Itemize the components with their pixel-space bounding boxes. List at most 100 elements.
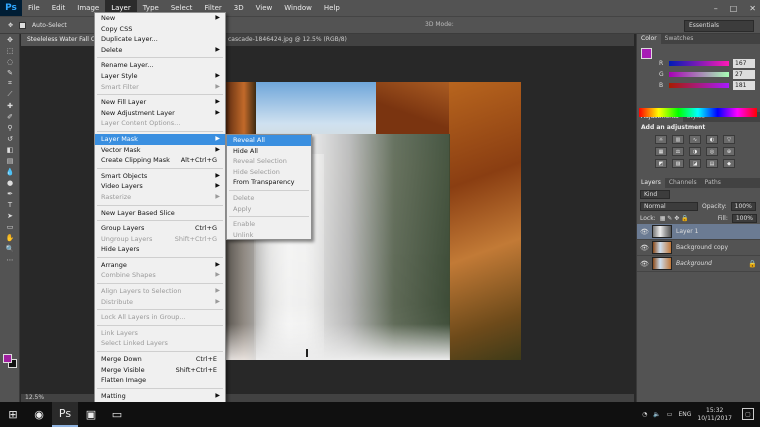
- photoshop-taskbar-icon[interactable]: Ps: [52, 402, 78, 427]
- layer-name[interactable]: Background: [676, 260, 712, 267]
- menu-item-new-fill-layer[interactable]: New Fill Layer ▶: [95, 97, 225, 108]
- g-slider[interactable]: [669, 72, 729, 77]
- color-balance-icon[interactable]: ⚖: [672, 147, 684, 156]
- kind-filter-select[interactable]: Kind: [640, 189, 670, 199]
- menu-item-layer-mask[interactable]: Layer Mask ▶: [95, 133, 225, 145]
- threshold-icon[interactable]: ◪: [689, 159, 701, 168]
- b-slider[interactable]: [669, 83, 729, 88]
- notification-icon[interactable]: ▢: [742, 408, 754, 420]
- stamp-icon[interactable]: ⚲: [0, 122, 20, 133]
- layer-name[interactable]: Background copy: [676, 244, 728, 251]
- r-slider[interactable]: [669, 61, 729, 66]
- lasso-icon[interactable]: ◌: [0, 56, 20, 67]
- volume-icon[interactable]: 🔈: [653, 411, 660, 418]
- tab-layers[interactable]: Layers: [637, 178, 665, 188]
- gradient-icon[interactable]: ▤: [0, 155, 20, 166]
- menu-view[interactable]: View: [250, 0, 279, 16]
- selective-color-icon[interactable]: ◆: [723, 159, 735, 168]
- eyedropper-icon[interactable]: ⟋: [0, 89, 20, 100]
- eye-icon[interactable]: 👁: [640, 260, 649, 268]
- app-icon[interactable]: ▣: [78, 402, 104, 427]
- hand-icon[interactable]: ✋: [0, 232, 20, 243]
- network-icon[interactable]: ◔: [642, 411, 647, 418]
- g-value-field[interactable]: 27: [733, 70, 755, 79]
- menu-help[interactable]: Help: [318, 0, 346, 16]
- submenu-item-from-transparency[interactable]: From Transparency: [227, 177, 311, 188]
- chrome-icon[interactable]: ◉: [26, 402, 52, 427]
- healing-icon[interactable]: ✚: [0, 100, 20, 111]
- menu-item-layer-style[interactable]: Layer Style ▶: [95, 71, 225, 82]
- minimize-button[interactable]: –: [714, 4, 718, 13]
- photo-filter-icon[interactable]: ◎: [706, 147, 718, 156]
- menu-item-duplicate-layer[interactable]: Duplicate Layer...: [95, 34, 225, 45]
- zoom-level[interactable]: 12.5%: [25, 394, 44, 401]
- layer-row[interactable]: 👁 Background copy: [637, 240, 760, 256]
- invert-icon[interactable]: ◩: [655, 159, 667, 168]
- brush-icon[interactable]: ✐: [0, 111, 20, 122]
- layer-row[interactable]: 👁 Layer 1: [637, 224, 760, 240]
- eye-icon[interactable]: 👁: [640, 228, 649, 236]
- tab-color[interactable]: Color: [637, 34, 661, 44]
- tab-paths[interactable]: Paths: [701, 178, 725, 188]
- blend-mode-select[interactable]: Normal: [640, 201, 698, 211]
- menu-item-rename-layer[interactable]: Rename Layer...: [95, 60, 225, 71]
- menu-item-new-adjustment-layer[interactable]: New Adjustment Layer ▶: [95, 108, 225, 119]
- menu-item-new-layer-based-slice[interactable]: New Layer Based Slice: [95, 208, 225, 219]
- menu-item-matting[interactable]: Matting ▶: [95, 391, 225, 402]
- crop-icon[interactable]: ⌗: [0, 78, 20, 89]
- menu-file[interactable]: File: [22, 0, 46, 16]
- fill-field[interactable]: 100%: [731, 213, 757, 223]
- menu-item-copy-css[interactable]: Copy CSS: [95, 24, 225, 35]
- lock-icons[interactable]: ▦ ✎ ✥ 🔒: [660, 215, 689, 222]
- exposure-icon[interactable]: ◐: [706, 135, 718, 144]
- close-button[interactable]: ✕: [749, 4, 756, 13]
- submenu-item-hide-all[interactable]: Hide All: [227, 146, 311, 157]
- marquee-icon[interactable]: ⬚: [0, 45, 20, 56]
- channel-mixer-icon[interactable]: ⊕: [723, 147, 735, 156]
- opacity-field[interactable]: 100%: [730, 201, 756, 211]
- windows-start-icon[interactable]: ⊞: [0, 402, 26, 427]
- menu-window[interactable]: Window: [278, 0, 318, 16]
- posterize-icon[interactable]: ▨: [672, 159, 684, 168]
- r-value-field[interactable]: 167: [733, 59, 755, 68]
- menu-item-new[interactable]: New ▶: [95, 13, 225, 24]
- brightness-icon[interactable]: ☼: [655, 135, 667, 144]
- tab-channels[interactable]: Channels: [665, 178, 701, 188]
- type-icon[interactable]: T: [0, 199, 20, 210]
- menu-item-create-clipping-mask[interactable]: Create Clipping Mask Alt+Ctrl+G: [95, 155, 225, 166]
- menu-item-merge-visible[interactable]: Merge Visible Shift+Ctrl+E: [95, 365, 225, 376]
- menu-item-delete[interactable]: Delete ▶: [95, 45, 225, 56]
- clock[interactable]: 15:32 10/11/2017: [697, 407, 732, 423]
- eye-icon[interactable]: 👁: [640, 244, 649, 252]
- color-spectrum[interactable]: [639, 108, 757, 117]
- tab-document-2[interactable]: cascade-1846424.jpg @ 12.5% (RGB/8): [228, 36, 347, 43]
- menu-edit[interactable]: Edit: [46, 0, 72, 16]
- menu-item-group-layers[interactable]: Group Layers Ctrl+G: [95, 223, 225, 234]
- menu-3d[interactable]: 3D: [228, 0, 250, 16]
- layer-name[interactable]: Layer 1: [676, 228, 698, 235]
- path-select-icon[interactable]: ➤: [0, 210, 20, 221]
- b-value-field[interactable]: 181: [733, 81, 755, 90]
- levels-icon[interactable]: ▥: [672, 135, 684, 144]
- blur-icon[interactable]: 💧: [0, 166, 20, 177]
- menu-item-video-layers[interactable]: Video Layers ▶: [95, 181, 225, 192]
- more-tools-icon[interactable]: ⋯: [0, 254, 20, 265]
- menu-item-flatten-image[interactable]: Flatten Image: [95, 375, 225, 386]
- history-brush-icon[interactable]: ↺: [0, 133, 20, 144]
- workspace-select[interactable]: Essentials: [684, 20, 754, 32]
- move-icon[interactable]: ✥: [0, 34, 20, 45]
- menu-item-smart-objects[interactable]: Smart Objects ▶: [95, 171, 225, 182]
- zoom-icon[interactable]: 🔍: [0, 243, 20, 254]
- gradient-map-icon[interactable]: ▤: [706, 159, 718, 168]
- pen-icon[interactable]: ✒: [0, 188, 20, 199]
- curves-icon[interactable]: ∿: [689, 135, 701, 144]
- menu-item-merge-down[interactable]: Merge Down Ctrl+E: [95, 354, 225, 365]
- vibrance-icon[interactable]: ▽: [723, 135, 735, 144]
- menu-item-vector-mask[interactable]: Vector Mask ▶: [95, 145, 225, 156]
- black-white-icon[interactable]: ◑: [689, 147, 701, 156]
- dodge-icon[interactable]: ●: [0, 177, 20, 188]
- menu-item-arrange[interactable]: Arrange ▶: [95, 260, 225, 271]
- hue-saturation-icon[interactable]: ▦: [655, 147, 667, 156]
- language-indicator[interactable]: ENG: [678, 411, 691, 418]
- file-explorer-icon[interactable]: ▭: [104, 402, 130, 427]
